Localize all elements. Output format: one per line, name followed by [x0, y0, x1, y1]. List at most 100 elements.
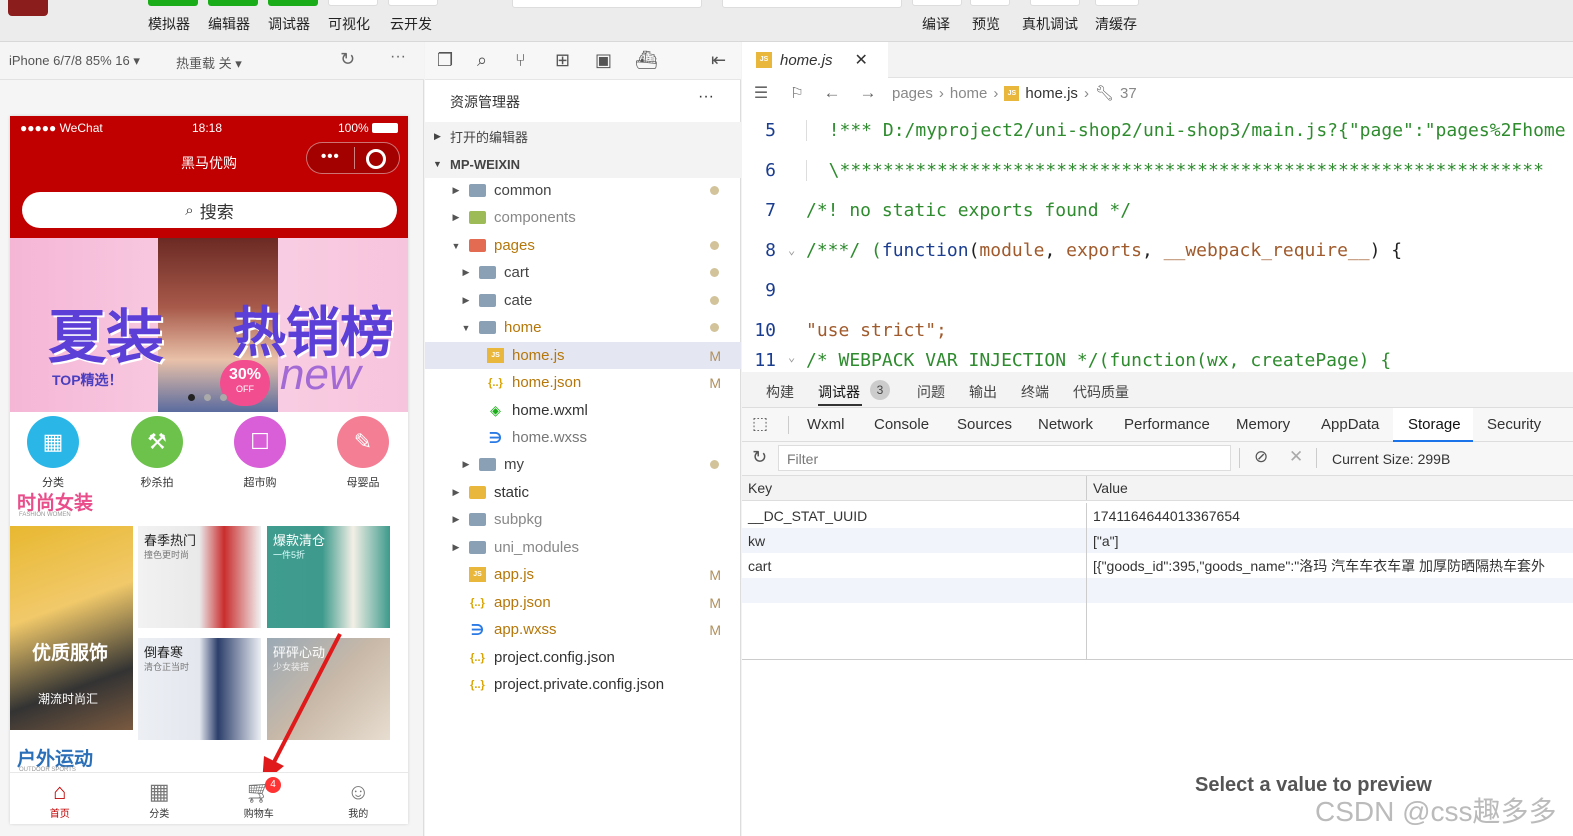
- tree-item-project-private-config[interactable]: {..} project.private.config.json: [425, 671, 741, 698]
- tab-sources[interactable]: Sources: [957, 416, 1012, 433]
- code-line[interactable]: 10 "use strict";: [742, 310, 1573, 350]
- files-icon[interactable]: ❐: [437, 50, 453, 71]
- editor-toggle[interactable]: [208, 0, 258, 6]
- breadcrumb-pages[interactable]: pages: [892, 85, 933, 102]
- breadcrumb-home[interactable]: home: [950, 85, 988, 102]
- editor-tab-home-js[interactable]: JS home.js ✕: [742, 42, 888, 78]
- category-item-miaoshapai[interactable]: ⚒ 秒杀拍: [122, 416, 192, 490]
- col-key[interactable]: Key: [742, 476, 1087, 500]
- clear-cache-label[interactable]: 清缓存: [1095, 14, 1137, 34]
- source-control-icon[interactable]: ⑂: [515, 50, 526, 71]
- visual-label[interactable]: 可视化: [328, 14, 370, 34]
- category-item-chaoshigou[interactable]: ☐ 超市购: [225, 416, 295, 490]
- tree-item-cart[interactable]: ▶ cart: [425, 259, 741, 286]
- editor-label[interactable]: 编辑器: [208, 14, 250, 34]
- swiper-dot-active[interactable]: [188, 394, 195, 401]
- tab-category[interactable]: ▦ 分类: [110, 773, 210, 824]
- simulator-toggle[interactable]: [148, 0, 198, 6]
- tab-my[interactable]: ☺ 我的: [309, 773, 409, 824]
- refresh-icon[interactable]: ↻: [752, 447, 767, 468]
- breadcrumb-file[interactable]: home.js: [1025, 85, 1078, 102]
- remote-debug-label[interactable]: 真机调试: [1022, 14, 1078, 34]
- code-line[interactable]: 11 ⌄/* WEBPACK VAR INJECTION */(function(…: [742, 350, 1573, 372]
- tree-item-uni-modules[interactable]: ▶ uni_modules: [425, 534, 741, 561]
- avatar[interactable]: [8, 0, 48, 16]
- tab-problems[interactable]: 问题: [917, 382, 945, 402]
- tree-item-home-json[interactable]: {..} home.json M: [425, 369, 741, 396]
- tab-code-quality[interactable]: 代码质量: [1073, 382, 1129, 402]
- fold-chevron-icon[interactable]: ⌄: [788, 350, 806, 364]
- tree-item-project-config[interactable]: {..} project.config.json: [425, 644, 741, 671]
- page-path-select[interactable]: [722, 0, 902, 8]
- refresh-icon[interactable]: ↻: [340, 49, 355, 70]
- forward-icon[interactable]: →: [850, 83, 886, 103]
- capsule-more-icon[interactable]: •••: [321, 148, 340, 165]
- explorer-more-icon[interactable]: ···: [698, 88, 714, 106]
- delete-icon[interactable]: ✕: [1289, 447, 1303, 467]
- table-row[interactable]: [742, 578, 1573, 603]
- bookmark-icon[interactable]: ⚐: [780, 84, 814, 102]
- tree-item-my[interactable]: ▶ my: [425, 451, 741, 478]
- table-row[interactable]: __DC_STAT_UUID 1741164644013367654: [742, 503, 1573, 528]
- simulator-label[interactable]: 模拟器: [148, 14, 190, 34]
- category-item-fenlei[interactable]: ▦ 分类: [18, 416, 88, 490]
- tree-item-components[interactable]: ▶ components: [425, 204, 741, 231]
- code-line[interactable]: 9: [742, 270, 1573, 310]
- tab-cart[interactable]: 🛒︎ 4 购物车: [209, 773, 309, 824]
- inspect-icon[interactable]: ⬚: [752, 414, 768, 434]
- breadcrumb-symbol[interactable]: 37: [1120, 85, 1137, 102]
- device-select[interactable]: iPhone 6/7/8 85% 16 ▾: [9, 53, 140, 69]
- tree-item-home[interactable]: ▼ home: [425, 314, 741, 341]
- floor-tile-main[interactable]: 优质服饰 潮流时尚汇: [10, 526, 133, 730]
- floor-tile[interactable]: 春季热门 撞色更时尚: [138, 526, 261, 628]
- project-section[interactable]: ▼ MP-WEIXIN: [425, 150, 741, 178]
- tab-terminal[interactable]: 终端: [1021, 382, 1049, 402]
- swiper-dot[interactable]: [204, 394, 211, 401]
- tree-item-app-wxss[interactable]: ∋ app.wxss M: [425, 616, 741, 643]
- tab-output[interactable]: 输出: [969, 382, 997, 402]
- tab-memory[interactable]: Memory: [1236, 416, 1290, 433]
- back-icon[interactable]: ←: [814, 83, 850, 103]
- category-item-muyingpin[interactable]: ✎ 母婴品: [328, 416, 398, 490]
- tab-home[interactable]: ⌂ 首页: [10, 773, 110, 824]
- tree-item-home-wxml[interactable]: ◈ home.wxml: [425, 397, 741, 424]
- hot-reload-select[interactable]: 热重载 关 ▾: [176, 53, 242, 72]
- swiper-dot[interactable]: [220, 394, 227, 401]
- visual-toggle[interactable]: [328, 0, 378, 6]
- tree-item-static[interactable]: ▶ static: [425, 479, 741, 506]
- code-line[interactable]: 8 ⌄/***/ (function(module, exports, __web…: [742, 230, 1573, 270]
- filter-input[interactable]: Filter: [778, 445, 1231, 471]
- remote-debug-button[interactable]: [1030, 0, 1080, 6]
- compile-label[interactable]: 编译: [922, 14, 950, 34]
- tree-item-pages[interactable]: ▼ pages: [425, 232, 741, 259]
- tree-item-home-js[interactable]: JS home.js M: [425, 342, 741, 369]
- cloud-label[interactable]: 云开发: [390, 14, 432, 34]
- preview-button[interactable]: [970, 0, 1010, 6]
- debugger-toggle[interactable]: [268, 0, 318, 6]
- tab-debugger[interactable]: 调试器: [818, 382, 860, 402]
- tree-item-common[interactable]: ▶ common: [425, 177, 741, 204]
- tab-security[interactable]: Security: [1487, 416, 1541, 433]
- compile-button[interactable]: [912, 0, 962, 6]
- table-row[interactable]: kw ["a"]: [742, 528, 1573, 553]
- list-icon[interactable]: ☰: [742, 83, 780, 103]
- tab-wxml[interactable]: Wxml: [807, 416, 845, 433]
- code-line[interactable]: 7 /*! no static exports found */: [742, 190, 1573, 230]
- search-icon[interactable]: ⌕: [477, 50, 487, 71]
- docker-icon[interactable]: ⛴: [635, 50, 658, 71]
- tab-appdata[interactable]: AppData: [1321, 416, 1379, 433]
- tab-console[interactable]: Console: [874, 416, 929, 433]
- compile-mode-select[interactable]: [512, 0, 702, 8]
- cloud-toggle[interactable]: [388, 0, 438, 6]
- clear-all-icon[interactable]: ⊘: [1254, 447, 1268, 467]
- close-icon[interactable]: ✕: [855, 50, 868, 70]
- search-box[interactable]: ⌕ 搜索: [22, 192, 397, 228]
- open-editors-section[interactable]: ▶ 打开的编辑器: [425, 122, 741, 150]
- extensions-icon[interactable]: ⊞: [555, 50, 570, 71]
- clear-cache-button[interactable]: [1095, 0, 1139, 6]
- debugger-label[interactable]: 调试器: [268, 14, 310, 34]
- capsule-close-icon[interactable]: [366, 149, 386, 169]
- tab-network[interactable]: Network: [1038, 416, 1093, 433]
- layout-icon[interactable]: ▣: [595, 50, 612, 71]
- preview-label[interactable]: 预览: [972, 14, 1000, 34]
